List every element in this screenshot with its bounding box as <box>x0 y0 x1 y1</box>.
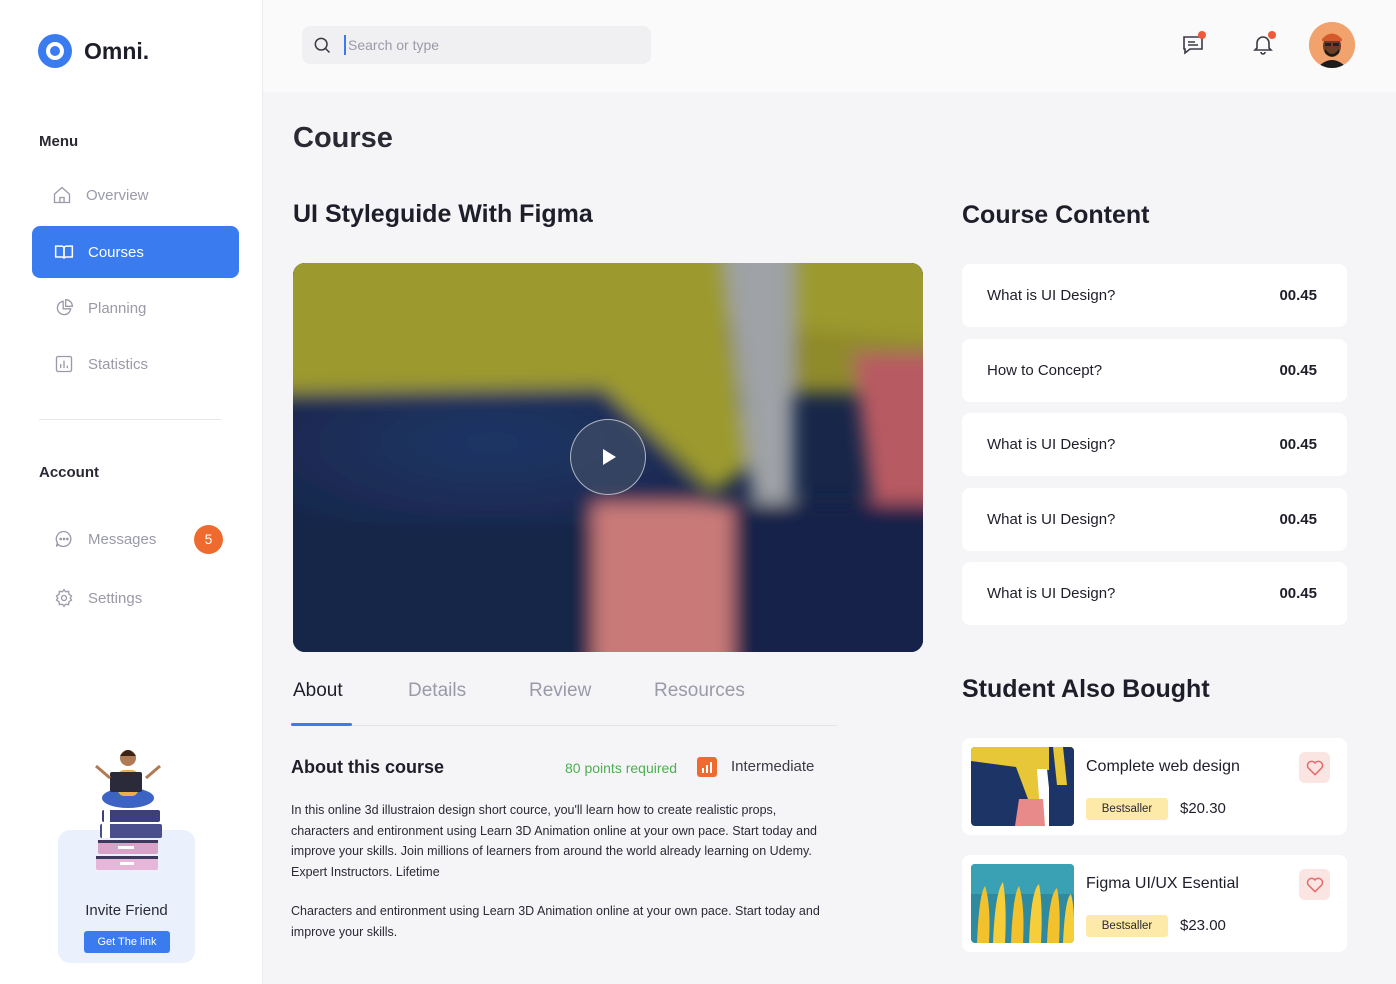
wishlist-button[interactable] <box>1299 752 1330 783</box>
about-heading: About this course <box>291 757 445 777</box>
course-video-player[interactable] <box>293 263 923 652</box>
heart-icon <box>1306 877 1323 893</box>
course-tabs: About Details Review Resources <box>291 680 837 726</box>
tab-review[interactable]: Review <box>529 680 591 702</box>
wishlist-button[interactable] <box>1299 869 1330 900</box>
product-price: $23.00 <box>1180 917 1226 934</box>
get-link-button[interactable]: Get The link <box>84 931 170 953</box>
tab-details[interactable]: Details <box>408 680 466 702</box>
logo[interactable]: Omni. <box>38 34 149 68</box>
product-thumbnail <box>971 864 1074 943</box>
messages-button[interactable] <box>1181 31 1206 56</box>
product-name: Figma UI/UX Esential <box>1086 875 1239 892</box>
sidebar-item-courses[interactable]: Courses <box>32 226 239 278</box>
course-level: Intermediate <box>731 758 815 775</box>
lesson-duration: 00.45 <box>1279 436 1317 453</box>
lesson-title: What is UI Design? <box>987 436 1116 453</box>
search-icon <box>314 37 331 54</box>
menu-label: Menu <box>39 133 79 150</box>
lesson-title: What is UI Design? <box>987 585 1116 602</box>
product-card[interactable]: Complete web design Bestsaller $20.30 <box>962 738 1347 835</box>
invite-title: Invite Friend <box>85 902 168 919</box>
sidebar-item-overview[interactable]: Overview <box>32 169 239 221</box>
points-required: 80 points required <box>565 760 678 776</box>
lesson-title: How to Concept? <box>987 362 1103 379</box>
lesson-duration: 00.45 <box>1279 287 1317 304</box>
also-bought-title: Student Also Bought <box>962 675 1210 703</box>
sidebar-item-label: Messages <box>88 530 157 548</box>
unread-dot <box>1268 31 1276 39</box>
course-title: UI Styleguide With Figma <box>293 200 593 228</box>
about-paragraph-2: Characters and entironment using Learn 3… <box>291 904 820 939</box>
bestseller-tag: Bestsaller <box>1086 798 1168 820</box>
play-icon <box>603 449 616 465</box>
sidebar: Omni. Menu Overview Courses Planning Sta… <box>0 0 263 984</box>
gear-icon <box>54 588 74 608</box>
unread-dot <box>1198 31 1206 39</box>
tab-about[interactable]: About <box>293 680 343 702</box>
level-bars-icon <box>697 757 717 777</box>
sidebar-item-label: Settings <box>88 589 143 607</box>
product-thumbnail <box>971 747 1074 826</box>
sidebar-item-label: Overview <box>86 186 149 204</box>
sidebar-item-label: Statistics <box>88 355 149 373</box>
logo-icon <box>38 34 72 68</box>
sidebar-divider <box>39 419 221 420</box>
lesson-title: What is UI Design? <box>987 511 1116 528</box>
top-bar <box>263 0 1396 92</box>
chat-icon <box>54 529 74 549</box>
bar-chart-icon <box>54 354 74 374</box>
product-card[interactable]: Figma UI/UX Esential Bestsaller $23.00 <box>962 855 1347 952</box>
play-button[interactable] <box>570 419 646 495</box>
product-price: $20.30 <box>1180 800 1226 817</box>
brand-name: Omni. <box>84 37 150 64</box>
sidebar-item-label: Courses <box>88 243 144 261</box>
about-paragraph-1: In this online 3d illustraion design sho… <box>291 803 818 879</box>
search-bar[interactable] <box>302 26 651 64</box>
lesson-item[interactable]: What is UI Design? 00.45 <box>962 413 1347 476</box>
sidebar-item-settings[interactable]: Settings <box>32 572 239 624</box>
product-name: Complete web design <box>1086 758 1240 775</box>
search-input[interactable] <box>344 35 624 55</box>
sidebar-item-statistics[interactable]: Statistics <box>32 338 239 390</box>
avatar[interactable] <box>1309 22 1355 68</box>
pie-chart-icon <box>54 298 74 318</box>
active-tab-indicator <box>291 723 352 726</box>
page-title: Course <box>293 122 393 154</box>
bestseller-tag: Bestsaller <box>1086 915 1168 937</box>
account-label: Account <box>39 464 99 481</box>
sidebar-item-planning[interactable]: Planning <box>32 282 239 334</box>
lesson-title: What is UI Design? <box>987 287 1116 304</box>
sidebar-item-messages[interactable]: Messages 5 <box>32 513 239 565</box>
lesson-duration: 00.45 <box>1279 362 1317 379</box>
lesson-item[interactable]: What is UI Design? 00.45 <box>962 488 1347 551</box>
user-photo <box>1309 22 1355 68</box>
lesson-item[interactable]: What is UI Design? 00.45 <box>962 264 1347 327</box>
sidebar-item-label: Planning <box>88 299 147 317</box>
messages-count-badge: 5 <box>194 524 223 554</box>
tab-resources[interactable]: Resources <box>654 680 745 702</box>
book-icon <box>54 242 74 262</box>
notifications-button[interactable] <box>1251 31 1276 56</box>
course-content-title: Course Content <box>962 201 1150 229</box>
reading-person-illustration <box>95 750 162 870</box>
heart-icon <box>1306 760 1323 776</box>
lesson-item[interactable]: How to Concept? 00.45 <box>962 339 1347 402</box>
lesson-duration: 00.45 <box>1279 511 1317 528</box>
lesson-duration: 00.45 <box>1279 585 1317 602</box>
lesson-item[interactable]: What is UI Design? 00.45 <box>962 562 1347 625</box>
home-icon <box>52 185 72 205</box>
